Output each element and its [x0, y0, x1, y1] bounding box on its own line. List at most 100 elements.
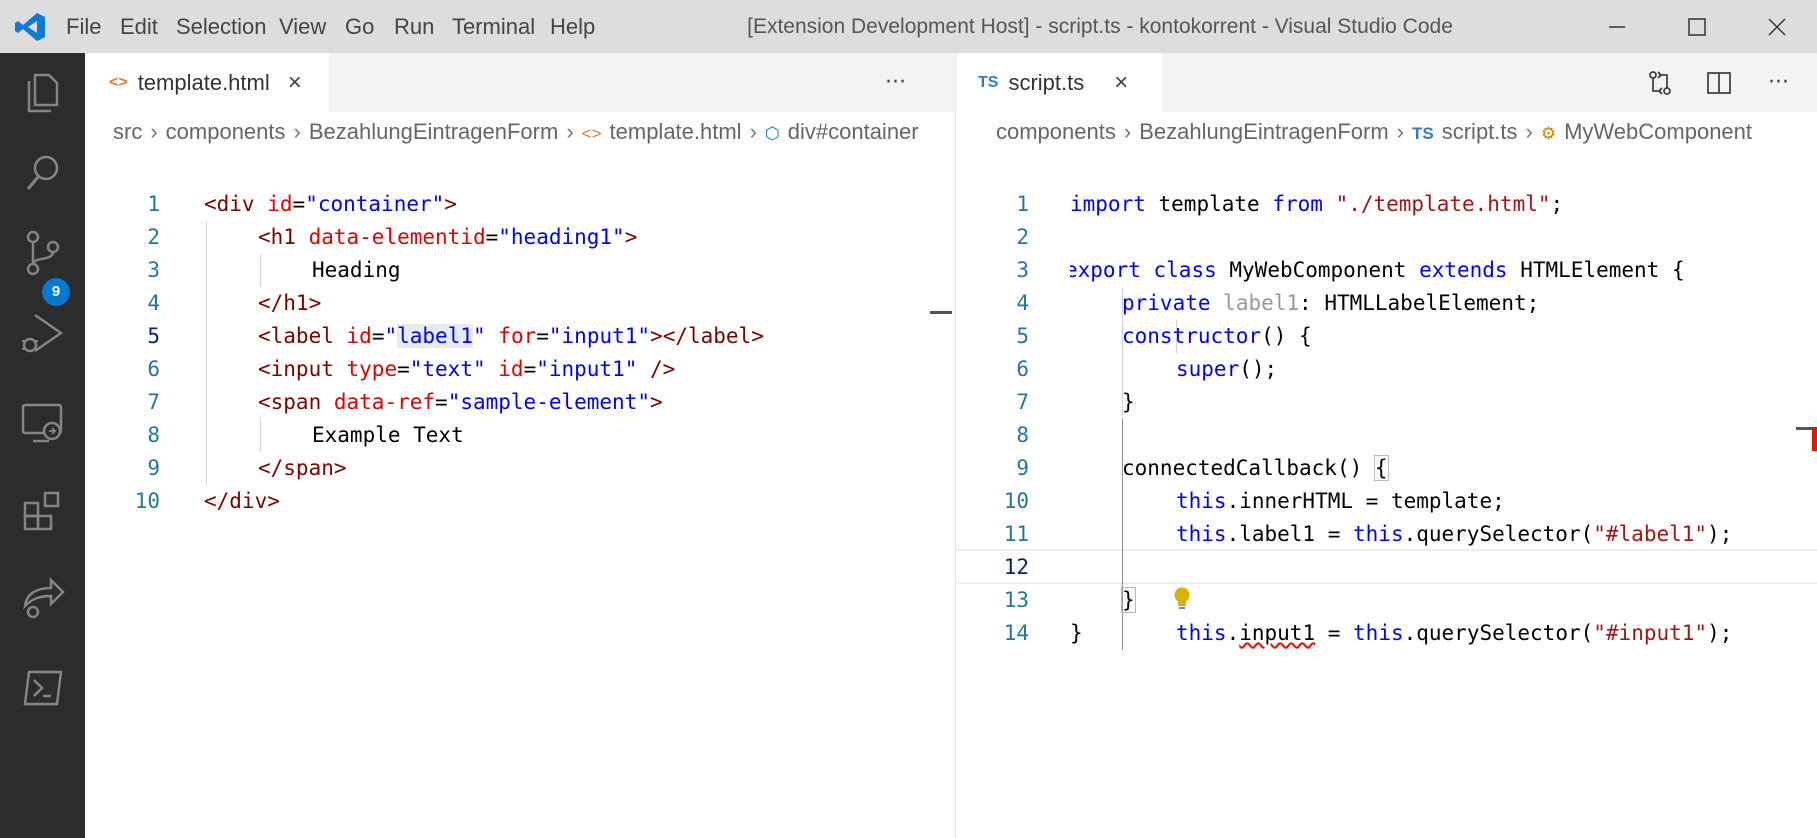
breadcrumb-item[interactable]: BezahlungEintragenForm	[309, 112, 558, 152]
line-number: 9	[147, 456, 160, 480]
explorer-button[interactable]	[0, 53, 85, 133]
breadcrumb-item[interactable]: div#container	[788, 112, 919, 152]
line-number: 5	[1016, 324, 1029, 348]
run-debug-icon	[21, 313, 63, 353]
close-tab-icon[interactable]: ×	[1114, 69, 1128, 97]
tab-bar-right: TS script.ts × ···	[956, 53, 1817, 112]
remote-explorer-button[interactable]	[0, 383, 85, 463]
open-changes-button[interactable]	[1646, 53, 1674, 112]
code-line: 9 </span>	[85, 452, 955, 485]
code-line: 10 this.innerHTML = template;	[956, 485, 1817, 518]
html-file-icon: <>	[109, 73, 128, 91]
menu-selection[interactable]: Selection	[176, 0, 267, 53]
line-number: 3	[147, 258, 160, 282]
compare-changes-icon	[1649, 70, 1671, 95]
breadcrumb: src › components › BezahlungEintragenForm › <>…	[85, 112, 955, 152]
menu-view[interactable]: View	[279, 0, 326, 53]
tab-bar-left: <> template.html × ···	[85, 53, 955, 112]
code-line: 7}	[956, 386, 1817, 419]
overview-ruler-error-mark	[1812, 427, 1817, 451]
live-share-icon	[22, 576, 65, 619]
chevron-right-icon: ›	[1123, 119, 1132, 144]
activity-bar: 9	[0, 53, 85, 838]
code-line: 6 super();	[956, 353, 1817, 386]
tab-template-html[interactable]: <> template.html ×	[85, 53, 329, 112]
breadcrumb-item[interactable]: components	[996, 112, 1116, 152]
code-line: 2	[956, 221, 1817, 254]
minimize-icon	[1609, 25, 1625, 28]
class-symbol-icon: ⚙	[1540, 124, 1557, 143]
maximize-button[interactable]	[1657, 0, 1737, 53]
line-number: 6	[147, 357, 160, 381]
line-number: 1	[1016, 192, 1029, 216]
line-number: 10	[134, 489, 160, 513]
breadcrumb-item[interactable]: src	[113, 112, 142, 152]
chevron-right-icon: ›	[1525, 119, 1533, 144]
code-line: 3 export class MyWebComponent extends HTM…	[956, 254, 1817, 287]
breadcrumb-item[interactable]: template.html	[610, 112, 742, 152]
powershell-button[interactable]	[0, 648, 85, 728]
breadcrumb-item[interactable]: components	[166, 112, 286, 152]
source-control-icon	[26, 230, 59, 276]
code-editor-right[interactable]: 1 import template from "./template.html";…	[956, 188, 1817, 838]
run-debug-button[interactable]	[0, 293, 85, 373]
remote-explorer-icon	[21, 403, 62, 443]
menu-run[interactable]: Run	[394, 0, 434, 53]
search-icon	[26, 155, 58, 190]
chevron-right-icon: ›	[150, 119, 158, 144]
extensions-button[interactable]	[0, 471, 85, 551]
code-line: 8 Example Text	[85, 419, 955, 452]
chevron-right-icon: ›	[566, 119, 574, 144]
line-number: 5	[147, 324, 160, 348]
more-actions-button[interactable]: ···	[1768, 53, 1789, 112]
live-share-button[interactable]	[0, 558, 85, 638]
menu-file[interactable]: File	[66, 0, 101, 53]
line-number: 11	[1003, 522, 1029, 546]
code-line: 11 this.label1 = this.querySelector("#lab…	[956, 518, 1817, 551]
code-line: 9 connectedCallback() {	[956, 452, 1817, 485]
vscode-logo-icon[interactable]	[14, 12, 46, 42]
line-number: 8	[1016, 423, 1029, 447]
code-line: 5 constructor() {	[956, 320, 1817, 353]
menu-go[interactable]: Go	[345, 0, 374, 53]
typescript-file-icon: TS	[978, 73, 999, 91]
search-button[interactable]	[0, 133, 85, 213]
element-cube-icon: ⬡	[764, 124, 780, 143]
html-file-icon: <>	[581, 124, 602, 143]
code-line: 10 </div>	[85, 485, 955, 518]
menu-help[interactable]: Help	[550, 0, 595, 53]
code-editor-left[interactable]: 1 <div id="container"> 2 <h1 data-elementi…	[85, 188, 955, 838]
code-line: 3 Heading	[85, 254, 955, 287]
code-line: 4 private label1: HTMLLabelElement;	[956, 287, 1817, 320]
line-number: 7	[147, 390, 160, 414]
code-line: 8	[956, 419, 1817, 452]
close-icon	[1768, 17, 1786, 36]
code-line: 1 import template from "./template.html";	[956, 188, 1817, 221]
line-number: 3	[1016, 258, 1029, 282]
breadcrumb-item[interactable]: script.ts	[1442, 112, 1518, 152]
tab-label: script.ts	[1008, 69, 1085, 95]
minimize-button[interactable]	[1577, 0, 1657, 53]
breadcrumb-item[interactable]: BezahlungEintragenForm	[1139, 112, 1388, 152]
split-editor-button[interactable]	[1706, 53, 1732, 112]
code-line: 2 <h1 data-elementid="heading1">	[85, 221, 955, 254]
breadcrumb-item[interactable]: MyWebComponent	[1564, 112, 1752, 152]
source-control-button[interactable]	[0, 213, 85, 293]
code-line: 13}	[956, 584, 1817, 617]
editor-group-left: <> template.html × ··· src › components › Be…	[85, 53, 955, 838]
more-actions-button[interactable]: ···	[885, 53, 906, 112]
close-tab-icon[interactable]: ×	[288, 69, 302, 97]
menu-terminal[interactable]: Terminal	[452, 0, 535, 53]
code-line: 4 </h1>	[85, 287, 955, 320]
editor-group-right: TS script.ts × ··· components › BezahlungE…	[955, 53, 1817, 838]
chevron-right-icon: ›	[749, 119, 757, 144]
line-number: 8	[147, 423, 160, 447]
menu-edit[interactable]: Edit	[120, 0, 158, 53]
tab-script-ts[interactable]: TS script.ts ×	[956, 53, 1162, 112]
close-window-button[interactable]	[1737, 0, 1817, 53]
line-number: 14	[1003, 621, 1029, 645]
code-line: 7 <span data-ref="sample-element">	[85, 386, 955, 419]
maximize-icon	[1688, 17, 1706, 36]
code-line: 5 <label id="label1" for="input1"></label…	[85, 320, 955, 353]
line-number: 7	[1016, 390, 1029, 414]
